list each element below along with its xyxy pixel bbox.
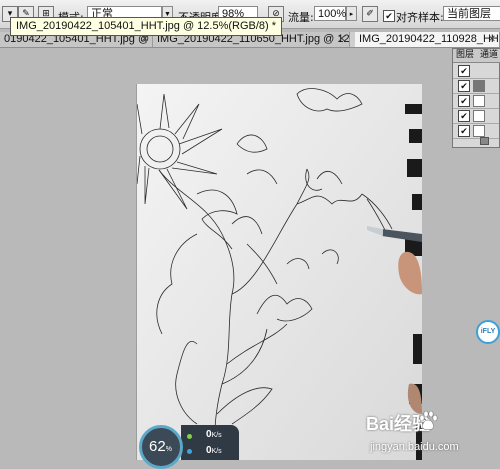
watermark-url: jingyan.baidu.com <box>370 441 459 453</box>
download-speed: 0K/s <box>206 445 222 456</box>
download-dot-icon <box>187 449 192 454</box>
document-tooltip: IMG_20190422_105401_HHT.jpg @ 12.5%(RGB/… <box>10 17 283 36</box>
sample-select[interactable]: 当前图层 <box>443 6 500 21</box>
tab-document-3-active[interactable]: IMG_20190422_110928_HHT.jpg ✕ <box>355 32 500 47</box>
layer-row[interactable]: ✔ <box>453 123 499 139</box>
layer-row[interactable]: ✔ <box>453 78 499 94</box>
layers-panel: 图层 通道 ✔ ✔ ✔ ✔ ✔ <box>452 48 500 148</box>
upload-speed: 0K/s <box>206 429 222 440</box>
align-checkbox[interactable]: ✔ <box>383 10 395 22</box>
ifly-badge[interactable]: iFLY <box>476 320 500 344</box>
flow-label: 流量: <box>288 11 314 24</box>
baidu-jingyan-watermark: Bai经验 jingyan.baidu.com <box>363 410 500 460</box>
tab-layers[interactable]: 图层 <box>456 49 474 62</box>
tab-channels[interactable]: 通道 <box>480 49 498 62</box>
layer-row[interactable]: ✔ <box>453 63 499 79</box>
layer-row[interactable]: ✔ <box>453 108 499 124</box>
image-canvas[interactable] <box>137 84 422 460</box>
sketch-artwork <box>137 84 422 460</box>
tab-label: IMG_20190422_110928_HHT.jpg <box>359 33 499 45</box>
layers-panel-header: 图层 通道 <box>453 49 500 63</box>
align-label: 对齐 <box>396 11 418 24</box>
layer-row[interactable]: ✔ <box>453 93 499 109</box>
visibility-checkbox[interactable]: ✔ <box>458 65 470 77</box>
close-icon[interactable]: ✕ <box>338 32 346 47</box>
memory-gauge: 62% <box>139 425 183 469</box>
new-layer-icon[interactable] <box>480 137 489 145</box>
visibility-checkbox[interactable]: ✔ <box>458 125 470 137</box>
visibility-checkbox[interactable]: ✔ <box>458 110 470 122</box>
upload-dot-icon <box>187 434 192 439</box>
close-icon[interactable]: ✕ <box>488 32 496 47</box>
baidu-paw-icon <box>419 410 438 431</box>
network-speed-widget[interactable]: 0K/s 0K/s 62% <box>139 422 239 469</box>
flow-dropdown-icon[interactable]: ▸ <box>346 6 357 21</box>
visibility-checkbox[interactable]: ✔ <box>458 80 470 92</box>
speed-panel: 0K/s 0K/s <box>181 425 239 460</box>
flow-input[interactable]: 100% <box>314 6 346 21</box>
layer-thumbnail <box>473 95 485 107</box>
sample-label: 样本: <box>418 11 444 24</box>
layer-thumbnail <box>473 80 485 92</box>
gauge-percent: 62% <box>149 438 172 455</box>
layer-thumbnail <box>473 110 485 122</box>
visibility-checkbox[interactable]: ✔ <box>458 95 470 107</box>
airbrush-icon[interactable]: ✐ <box>362 6 378 22</box>
layer-thumbnail <box>473 125 485 137</box>
